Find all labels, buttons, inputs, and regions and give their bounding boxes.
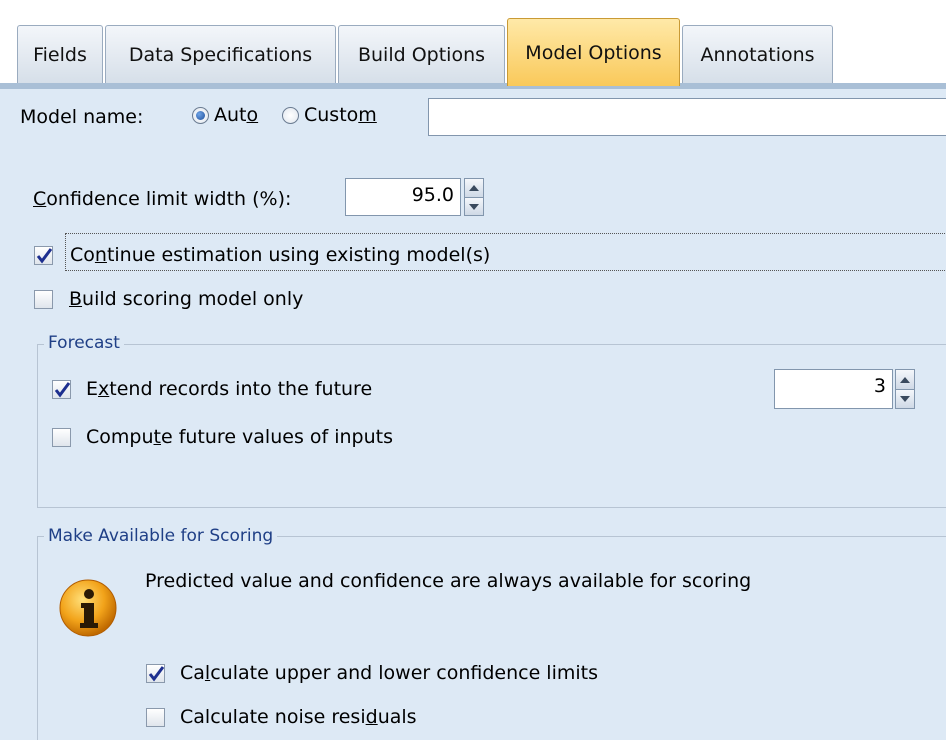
tab-label: Data Specifications bbox=[128, 43, 313, 66]
spin-down-icon[interactable] bbox=[465, 197, 483, 215]
model-name-custom-label[interactable]: Custom bbox=[304, 104, 377, 126]
extend-records-stepper[interactable] bbox=[895, 369, 915, 409]
model-name-label: Model name: bbox=[20, 106, 144, 128]
tab-label: Fields bbox=[33, 43, 87, 66]
scoring-group bbox=[37, 536, 946, 740]
model-name-auto-label[interactable]: Auto bbox=[214, 104, 258, 126]
tab-data-specifications[interactable]: Data Specifications bbox=[105, 25, 336, 83]
calc-noise-residuals-checkbox[interactable] bbox=[146, 708, 165, 727]
spin-down-icon[interactable] bbox=[896, 389, 914, 408]
spin-up-icon[interactable] bbox=[896, 370, 914, 389]
confidence-limit-label: Confidence limit width (%): bbox=[33, 188, 292, 210]
compute-future-inputs-checkbox[interactable] bbox=[52, 428, 71, 447]
tab-label: Model Options bbox=[525, 41, 662, 64]
tab-bar: Fields Data Specifications Build Options… bbox=[0, 0, 946, 89]
model-name-input[interactable] bbox=[428, 98, 946, 136]
tab-divider bbox=[0, 83, 946, 89]
calc-confidence-limits-label[interactable]: Calculate upper and lower confidence lim… bbox=[180, 662, 598, 684]
checkmark-icon bbox=[54, 382, 71, 398]
model-name-auto-radio[interactable] bbox=[192, 107, 209, 124]
build-scoring-checkbox[interactable] bbox=[34, 290, 53, 309]
calc-confidence-limits-checkbox[interactable] bbox=[146, 664, 165, 683]
model-name-custom-radio[interactable] bbox=[282, 107, 299, 124]
forecast-group-title: Forecast bbox=[44, 333, 124, 353]
tab-annotations[interactable]: Annotations bbox=[682, 25, 833, 83]
tab-build-options[interactable]: Build Options bbox=[338, 25, 505, 83]
confidence-limit-input[interactable]: 95.0 bbox=[345, 178, 461, 216]
scoring-info-text: Predicted value and confidence are alway… bbox=[145, 570, 752, 592]
confidence-limit-stepper[interactable] bbox=[464, 178, 484, 216]
extend-records-checkbox[interactable] bbox=[52, 380, 71, 399]
extend-records-count-input[interactable]: 3 bbox=[774, 369, 893, 409]
tab-label: Build Options bbox=[357, 43, 486, 66]
continue-estimation-checkbox[interactable] bbox=[34, 246, 53, 265]
checkmark-icon bbox=[36, 248, 53, 264]
tab-model-options[interactable]: Model Options bbox=[507, 18, 680, 86]
tab-fields[interactable]: Fields bbox=[17, 25, 103, 83]
scoring-group-title: Make Available for Scoring bbox=[44, 526, 278, 546]
calc-noise-residuals-label[interactable]: Calculate noise residuals bbox=[180, 706, 417, 728]
extend-records-label[interactable]: Extend records into the future bbox=[86, 378, 372, 400]
info-icon bbox=[58, 578, 118, 643]
compute-future-inputs-label[interactable]: Compute future values of inputs bbox=[86, 426, 393, 448]
continue-estimation-label[interactable]: Continue estimation using existing model… bbox=[65, 233, 945, 271]
spin-up-icon[interactable] bbox=[465, 179, 483, 197]
tab-label: Annotations bbox=[700, 43, 815, 66]
build-scoring-label[interactable]: Build scoring model only bbox=[69, 288, 303, 310]
checkmark-icon bbox=[148, 666, 165, 682]
